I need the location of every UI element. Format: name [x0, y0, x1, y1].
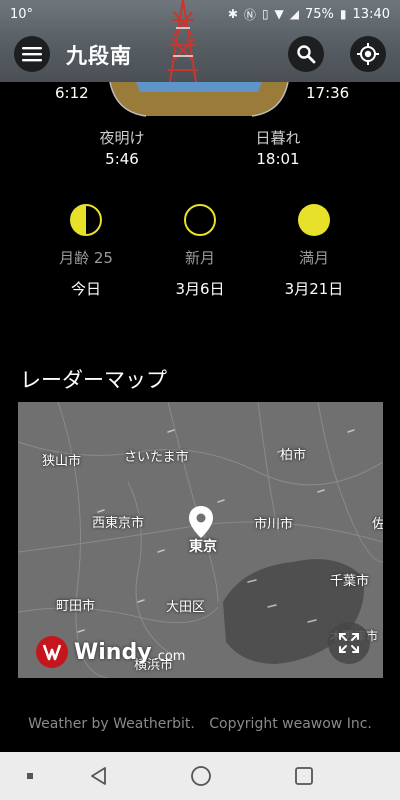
location-title: 九段南	[66, 44, 132, 68]
full-moon-date: 3月21日	[284, 280, 344, 298]
status-temperature: 10°	[10, 6, 34, 22]
windy-brand-text: Windy	[74, 639, 152, 665]
battery-icon: ▮	[339, 7, 347, 21]
new-moon-icon	[184, 204, 216, 236]
nav-home-button[interactable]	[189, 764, 213, 788]
location-pin-icon	[189, 506, 213, 538]
windy-logo-icon	[36, 636, 68, 668]
full-moon-icon	[298, 204, 330, 236]
hamburger-icon	[22, 47, 42, 62]
credits: Weather by Weatherbit. Copyright weawow …	[0, 716, 400, 732]
weather-credit: Weather by Weatherbit.	[28, 716, 195, 732]
last-quarter-moon-icon	[70, 204, 102, 236]
place-sayama: 狭山市	[42, 454, 82, 469]
battery-percent: 75%	[305, 6, 334, 22]
place-nishitokyo: 西東京市	[92, 516, 145, 531]
back-icon	[91, 767, 106, 785]
full-moon-label: 満月	[298, 249, 329, 267]
wifi-icon: ▼	[274, 7, 284, 21]
place-tokyo: 東京	[189, 539, 217, 555]
home-icon	[191, 766, 211, 786]
dusk-time: 18:01	[256, 150, 300, 168]
radar-map-heading: レーダーマップ	[20, 368, 167, 392]
moon-age-label: 月齢 25	[59, 249, 113, 267]
place-saitama: さいたま市	[124, 450, 189, 465]
bluetooth-icon: ✱	[227, 7, 238, 21]
moon-phase-full: 満月 3月21日	[254, 203, 374, 299]
copyright-credit: Copyright weawow Inc.	[209, 716, 372, 732]
vibrate-icon: ▯	[261, 7, 269, 21]
status-time: 13:40	[352, 6, 390, 22]
nav-recents-button[interactable]	[292, 764, 316, 788]
nfc-icon: Ⓝ	[243, 7, 256, 22]
expand-map-button[interactable]	[328, 622, 370, 664]
nav-back-button[interactable]	[87, 764, 111, 788]
moon-age-date: 今日	[70, 280, 101, 298]
place-kashiwa: 柏市	[280, 448, 307, 463]
place-chiba: 千葉市	[330, 574, 370, 589]
sunrise-time: 6:12	[55, 84, 89, 102]
daylight-arc	[109, 82, 289, 117]
dusk-label: 日暮れ	[255, 129, 301, 147]
place-ota: 大田区	[166, 600, 206, 615]
app-bar: 九段南	[0, 30, 400, 78]
signal-icon: ◢	[289, 7, 300, 21]
header: 10° ✱ Ⓝ ▯ ▼ ◢ 75% ▮ 13:40 九段南	[0, 0, 400, 82]
new-moon-label: 新月	[184, 249, 215, 267]
windy-com-text: .com	[153, 648, 186, 664]
place-machida: 町田市	[56, 599, 96, 614]
search-button[interactable]	[288, 36, 324, 72]
moon-phase-new: 新月 3月6日	[140, 203, 260, 299]
fullscreen-icon	[339, 633, 359, 653]
system-nav-bar	[0, 752, 400, 800]
current-location-button[interactable]	[350, 36, 386, 72]
place-sakura: 佐	[372, 517, 383, 532]
recents-icon	[295, 767, 313, 785]
crosshair-icon	[357, 43, 379, 65]
place-ichikawa: 市川市	[254, 517, 294, 532]
dawn-label: 夜明け	[99, 129, 145, 147]
moon-phase-today: 月齢 25 今日	[26, 203, 146, 299]
dawn-time: 5:46	[105, 150, 139, 168]
windy-logo[interactable]: Windy .com	[36, 636, 185, 668]
nav-extra-button[interactable]	[18, 764, 42, 788]
radar-map[interactable]: 狭山市 さいたま市 柏市 西東京市 東京 市川市 佐 千葉市 町田市 大田区 木…	[18, 402, 383, 678]
dot-icon	[27, 773, 33, 779]
new-moon-date: 3月6日	[175, 280, 225, 298]
search-icon	[297, 45, 316, 64]
status-bar: 10° ✱ Ⓝ ▯ ▼ ◢ 75% ▮ 13:40	[0, 0, 400, 28]
menu-button[interactable]	[14, 36, 50, 72]
sunset-time: 17:36	[306, 84, 350, 102]
